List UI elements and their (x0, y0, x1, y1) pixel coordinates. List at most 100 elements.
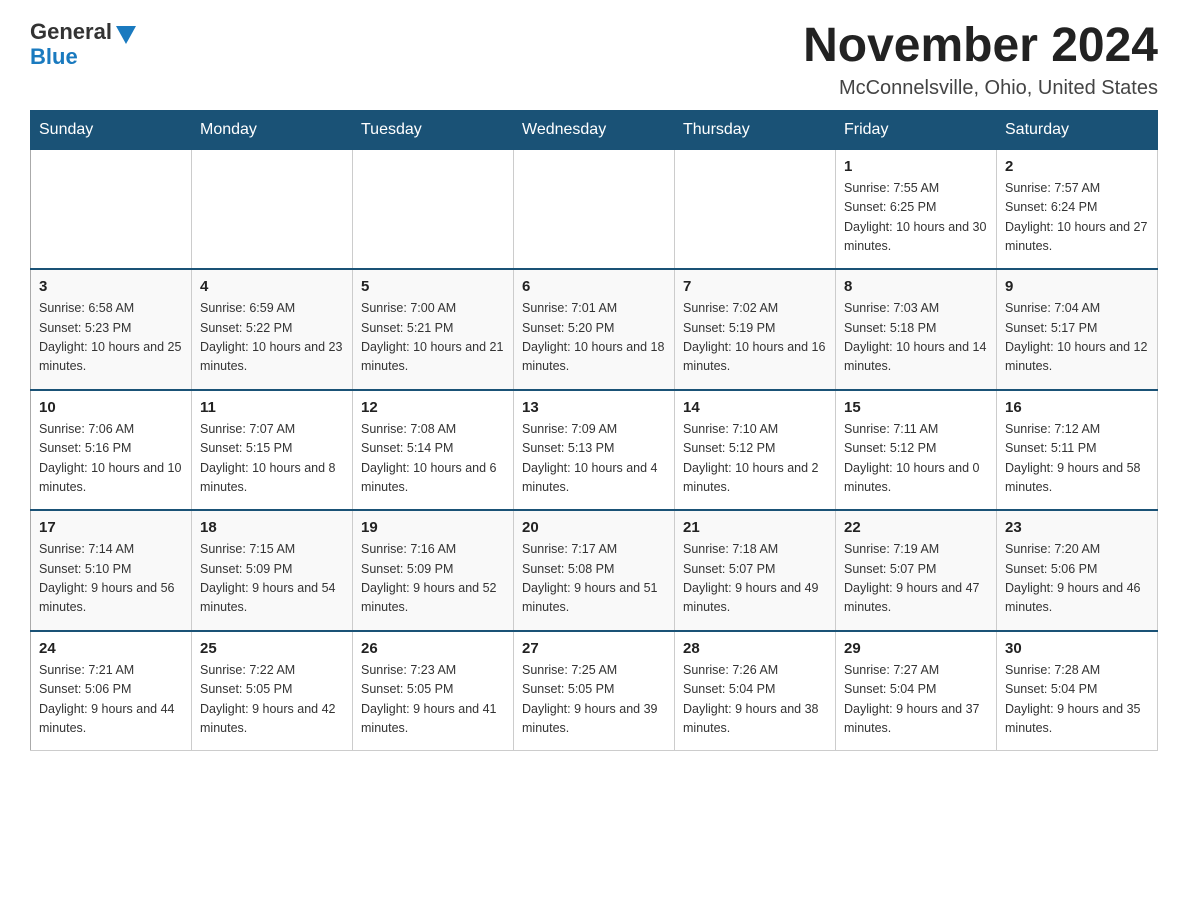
day-number: 1 (844, 158, 988, 175)
day-number: 28 (683, 640, 827, 657)
day-info: Sunrise: 7:21 AMSunset: 5:06 PMDaylight:… (39, 661, 183, 739)
day-number: 8 (844, 278, 988, 295)
day-info: Sunrise: 7:09 AMSunset: 5:13 PMDaylight:… (522, 420, 666, 498)
day-number: 29 (844, 640, 988, 657)
calendar-cell: 22 Sunrise: 7:19 AMSunset: 5:07 PMDayligh… (836, 510, 997, 631)
title-section: November 2024 McConnelsville, Ohio, Unit… (803, 20, 1158, 100)
day-number: 22 (844, 519, 988, 536)
day-number: 18 (200, 519, 344, 536)
day-info: Sunrise: 7:17 AMSunset: 5:08 PMDaylight:… (522, 540, 666, 618)
day-info: Sunrise: 7:11 AMSunset: 5:12 PMDaylight:… (844, 420, 988, 498)
day-number: 11 (200, 399, 344, 416)
header-saturday: Saturday (997, 110, 1158, 149)
calendar-cell: 23 Sunrise: 7:20 AMSunset: 5:06 PMDayligh… (997, 510, 1158, 631)
day-number: 21 (683, 519, 827, 536)
day-info: Sunrise: 7:19 AMSunset: 5:07 PMDaylight:… (844, 540, 988, 618)
calendar-cell: 14 Sunrise: 7:10 AMSunset: 5:12 PMDayligh… (675, 390, 836, 511)
day-info: Sunrise: 7:07 AMSunset: 5:15 PMDaylight:… (200, 420, 344, 498)
calendar-cell: 12Sunrise: 7:08 AMSunset: 5:14 PMDayligh… (353, 390, 514, 511)
calendar-cell: 10 Sunrise: 7:06 AMSunset: 5:16 PMDayligh… (31, 390, 192, 511)
day-info: Sunrise: 7:26 AMSunset: 5:04 PMDaylight:… (683, 661, 827, 739)
day-info: Sunrise: 7:25 AMSunset: 5:05 PMDaylight:… (522, 661, 666, 739)
day-number: 13 (522, 399, 666, 416)
day-info: Sunrise: 7:04 AMSunset: 5:17 PMDaylight:… (1005, 299, 1149, 377)
day-number: 10 (39, 399, 183, 416)
header-sunday: Sunday (31, 110, 192, 149)
calendar-cell: 13 Sunrise: 7:09 AMSunset: 5:13 PMDayligh… (514, 390, 675, 511)
day-number: 17 (39, 519, 183, 536)
calendar-cell (353, 149, 514, 269)
day-number: 20 (522, 519, 666, 536)
week-row-5: 24 Sunrise: 7:21 AMSunset: 5:06 PMDayligh… (31, 631, 1158, 751)
day-number: 9 (1005, 278, 1149, 295)
calendar-cell: 5Sunrise: 7:00 AMSunset: 5:21 PMDaylight… (353, 269, 514, 390)
week-row-1: 1 Sunrise: 7:55 AMSunset: 6:25 PMDaylight… (31, 149, 1158, 269)
day-info: Sunrise: 7:10 AMSunset: 5:12 PMDaylight:… (683, 420, 827, 498)
calendar-cell: 9 Sunrise: 7:04 AMSunset: 5:17 PMDaylight… (997, 269, 1158, 390)
calendar-cell: 26Sunrise: 7:23 AMSunset: 5:05 PMDayligh… (353, 631, 514, 751)
calendar-cell (675, 149, 836, 269)
calendar-cell: 21 Sunrise: 7:18 AMSunset: 5:07 PMDayligh… (675, 510, 836, 631)
calendar-cell (192, 149, 353, 269)
day-info: Sunrise: 7:02 AMSunset: 5:19 PMDaylight:… (683, 299, 827, 377)
day-number: 3 (39, 278, 183, 295)
day-number: 24 (39, 640, 183, 657)
day-info: Sunrise: 7:14 AMSunset: 5:10 PMDaylight:… (39, 540, 183, 618)
day-number: 12 (361, 399, 505, 416)
day-number: 14 (683, 399, 827, 416)
day-number: 16 (1005, 399, 1149, 416)
calendar-cell: 11 Sunrise: 7:07 AMSunset: 5:15 PMDayligh… (192, 390, 353, 511)
calendar-cell: 15 Sunrise: 7:11 AMSunset: 5:12 PMDayligh… (836, 390, 997, 511)
day-number: 27 (522, 640, 666, 657)
day-info: Sunrise: 7:18 AMSunset: 5:07 PMDaylight:… (683, 540, 827, 618)
calendar-cell (31, 149, 192, 269)
calendar-cell: 28 Sunrise: 7:26 AMSunset: 5:04 PMDayligh… (675, 631, 836, 751)
week-row-4: 17 Sunrise: 7:14 AMSunset: 5:10 PMDayligh… (31, 510, 1158, 631)
logo-blue-text: Blue (30, 44, 78, 70)
day-info: Sunrise: 7:57 AMSunset: 6:24 PMDaylight:… (1005, 179, 1149, 257)
calendar-cell: 19 Sunrise: 7:16 AMSunset: 5:09 PMDayligh… (353, 510, 514, 631)
header-monday: Monday (192, 110, 353, 149)
logo-general-text: General (30, 21, 112, 43)
calendar-cell: 8Sunrise: 7:03 AMSunset: 5:18 PMDaylight… (836, 269, 997, 390)
day-number: 2 (1005, 158, 1149, 175)
calendar-cell: 1 Sunrise: 7:55 AMSunset: 6:25 PMDaylight… (836, 149, 997, 269)
calendar-cell: 18Sunrise: 7:15 AMSunset: 5:09 PMDayligh… (192, 510, 353, 631)
day-number: 4 (200, 278, 344, 295)
page-header: General Blue November 2024 McConnelsvill… (30, 20, 1158, 100)
calendar-cell: 20 Sunrise: 7:17 AMSunset: 5:08 PMDayligh… (514, 510, 675, 631)
header-friday: Friday (836, 110, 997, 149)
day-number: 23 (1005, 519, 1149, 536)
logo: General Blue (30, 20, 136, 70)
day-info: Sunrise: 7:22 AMSunset: 5:05 PMDaylight:… (200, 661, 344, 739)
day-info: Sunrise: 7:20 AMSunset: 5:06 PMDaylight:… (1005, 540, 1149, 618)
header-tuesday: Tuesday (353, 110, 514, 149)
day-info: Sunrise: 7:01 AMSunset: 5:20 PMDaylight:… (522, 299, 666, 377)
day-number: 30 (1005, 640, 1149, 657)
month-title: November 2024 (803, 20, 1158, 73)
day-info: Sunrise: 7:12 AMSunset: 5:11 PMDaylight:… (1005, 420, 1149, 498)
calendar-cell: 16 Sunrise: 7:12 AMSunset: 5:11 PMDayligh… (997, 390, 1158, 511)
day-info: Sunrise: 6:59 AMSunset: 5:22 PMDaylight:… (200, 299, 344, 377)
calendar-cell: 4 Sunrise: 6:59 AMSunset: 5:22 PMDaylight… (192, 269, 353, 390)
calendar-cell: 29 Sunrise: 7:27 AMSunset: 5:04 PMDayligh… (836, 631, 997, 751)
header-wednesday: Wednesday (514, 110, 675, 149)
calendar-cell: 25 Sunrise: 7:22 AMSunset: 5:05 PMDayligh… (192, 631, 353, 751)
day-info: Sunrise: 7:55 AMSunset: 6:25 PMDaylight:… (844, 179, 988, 257)
day-number: 19 (361, 519, 505, 536)
week-row-2: 3Sunrise: 6:58 AMSunset: 5:23 PMDaylight… (31, 269, 1158, 390)
logo-triangle-icon (116, 26, 136, 44)
calendar-cell: 24 Sunrise: 7:21 AMSunset: 5:06 PMDayligh… (31, 631, 192, 751)
day-info: Sunrise: 7:06 AMSunset: 5:16 PMDaylight:… (39, 420, 183, 498)
day-info: Sunrise: 7:27 AMSunset: 5:04 PMDaylight:… (844, 661, 988, 739)
day-number: 15 (844, 399, 988, 416)
calendar-cell: 3Sunrise: 6:58 AMSunset: 5:23 PMDaylight… (31, 269, 192, 390)
calendar-cell (514, 149, 675, 269)
header-thursday: Thursday (675, 110, 836, 149)
calendar-cell: 17 Sunrise: 7:14 AMSunset: 5:10 PMDayligh… (31, 510, 192, 631)
week-row-3: 10 Sunrise: 7:06 AMSunset: 5:16 PMDayligh… (31, 390, 1158, 511)
day-info: Sunrise: 7:16 AMSunset: 5:09 PMDaylight:… (361, 540, 505, 618)
calendar-cell: 27 Sunrise: 7:25 AMSunset: 5:05 PMDayligh… (514, 631, 675, 751)
day-info: Sunrise: 7:28 AMSunset: 5:04 PMDaylight:… (1005, 661, 1149, 739)
day-number: 25 (200, 640, 344, 657)
